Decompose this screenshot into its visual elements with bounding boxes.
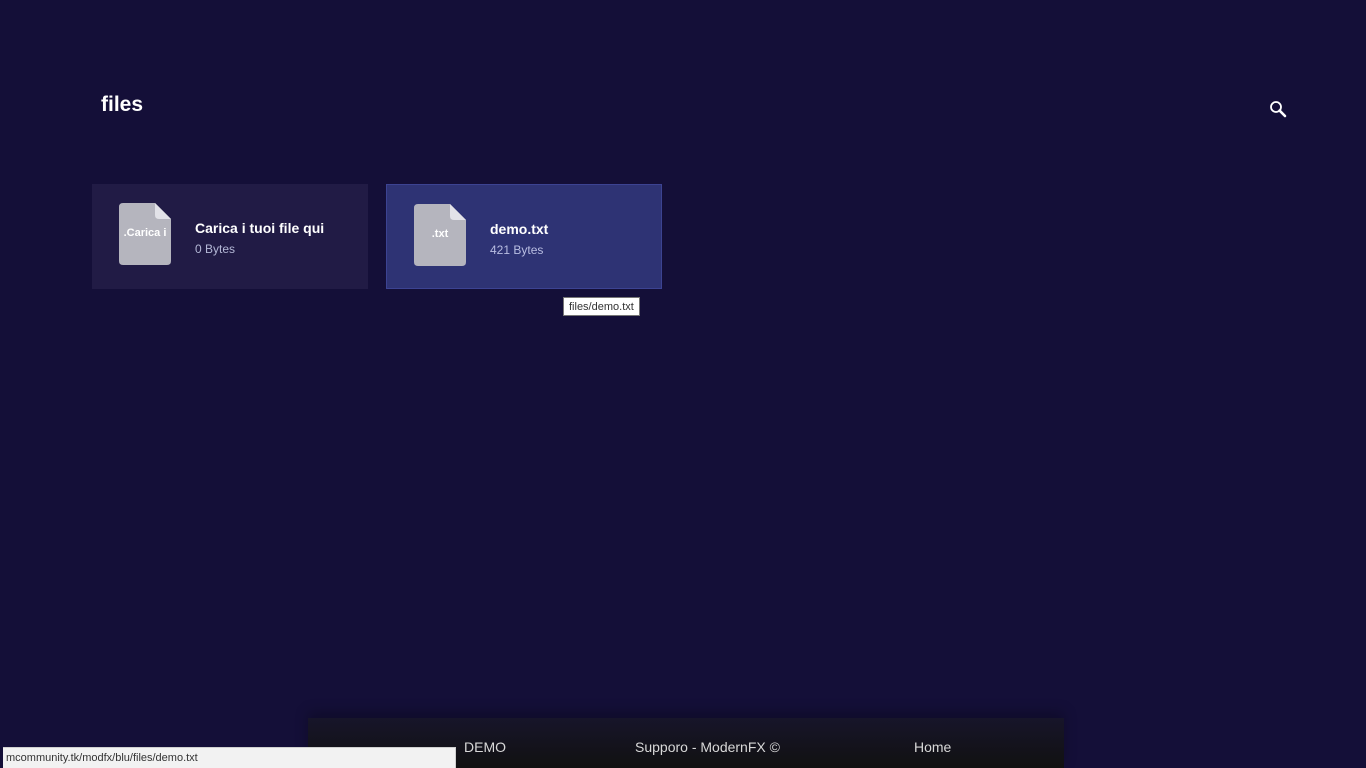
file-ext-label: .Carica i [123,227,167,239]
footer-demo-link[interactable]: DEMO [464,739,506,755]
file-icon: .txt [414,204,466,266]
search-icon [1270,101,1287,118]
search-button[interactable] [1268,99,1290,121]
file-card-demo-txt[interactable]: .txt demo.txt 421 Bytes [386,184,662,289]
page: files .Carica i Carica i tuoi file qui 0… [0,0,1366,768]
file-ext-label: .txt [431,228,449,240]
file-name: demo.txt [490,221,549,237]
footer-home-link[interactable]: Home [914,739,951,755]
file-size: 0 Bytes [195,242,236,256]
file-card-upload[interactable]: .Carica i Carica i tuoi file qui 0 Bytes [92,184,368,289]
file-tooltip: files/demo.txt [563,297,640,316]
file-size: 421 Bytes [490,243,544,257]
browser-status-url: mcommunity.tk/modfx/blu/files/demo.txt [3,747,456,768]
footer-credit: Supporo - ModernFX © [635,739,780,755]
file-icon: .Carica i [119,203,171,265]
file-name: Carica i tuoi file qui [195,220,325,236]
page-title: files [101,93,144,116]
